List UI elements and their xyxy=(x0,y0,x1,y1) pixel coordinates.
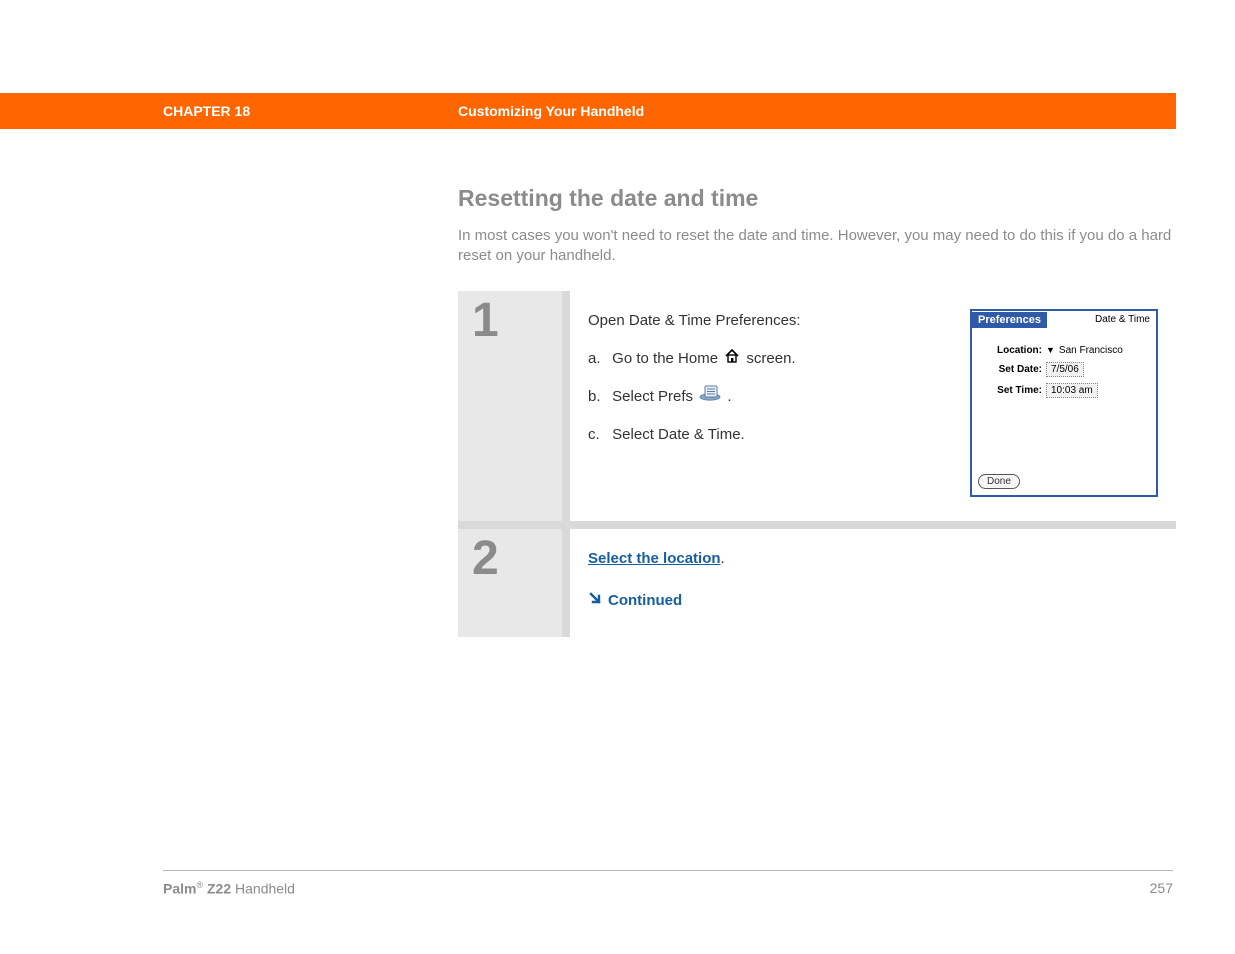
continued-line: Continued xyxy=(588,589,1158,613)
step-number: 2 xyxy=(472,529,499,583)
palm-date-label: Set Date: xyxy=(980,364,1042,375)
brand-prefix: Palm xyxy=(163,881,196,897)
continued-label: Continued xyxy=(608,589,682,613)
chapter-title: Customizing Your Handheld xyxy=(458,103,644,119)
footer-rule xyxy=(163,870,1173,871)
sub-letter-c: c. xyxy=(588,423,608,447)
step-1-text: Open Date & Time Preferences: a. Go to t… xyxy=(588,309,946,497)
page-footer: Palm® Z22 Handheld 257 xyxy=(163,880,1173,897)
prefs-icon xyxy=(699,385,721,409)
palm-location-label: Location: xyxy=(980,345,1042,356)
palm-titlebar: Preferences Date & Time xyxy=(972,311,1156,329)
link-suffix: . xyxy=(721,550,725,567)
sub-letter-a: a. xyxy=(588,347,608,371)
chapter-header: CHAPTER 18 Customizing Your Handheld xyxy=(0,93,1176,129)
step-row-1: 1 Open Date & Time Preferences: a. Go to… xyxy=(458,291,1176,529)
step-number: 1 xyxy=(472,291,499,345)
sub-list: a. Go to the Home screen. xyxy=(588,347,946,447)
intro-text: In most cases you won't need to reset th… xyxy=(458,226,1173,267)
select-location-link[interactable]: Select the location xyxy=(588,550,721,567)
sub-letter-b: b. xyxy=(588,385,608,409)
substep-b: b. Select Prefs xyxy=(588,385,946,409)
footer-brand: Palm® Z22 Handheld xyxy=(163,880,295,897)
step-row-2: 2 Select the location. Continued xyxy=(458,529,1176,637)
substep-c: c. Select Date & Time. xyxy=(588,423,946,447)
palm-date-value: 7/5/06 xyxy=(1046,362,1084,377)
home-icon xyxy=(724,347,740,371)
section-heading: Resetting the date and time xyxy=(458,185,1173,212)
content-area: Resetting the date and time In most case… xyxy=(458,185,1173,637)
palm-time-value: 10:03 am xyxy=(1046,383,1098,398)
palm-location-value: San Francisco xyxy=(1059,345,1123,356)
chapter-label: CHAPTER 18 xyxy=(163,103,250,119)
palm-title-left: Preferences xyxy=(972,312,1047,328)
sub-b-pre: Select Prefs xyxy=(612,388,697,405)
substep-a: a. Go to the Home screen. xyxy=(588,347,946,371)
step-2-text: Select the location. Continued xyxy=(588,547,1158,613)
palm-title-right: Date & Time xyxy=(1095,312,1156,327)
sub-c-text: Select Date & Time. xyxy=(612,426,745,443)
sub-b-post: . xyxy=(727,388,731,405)
step-2-line: Select the location. xyxy=(588,547,1158,571)
palm-time-label: Set Time: xyxy=(980,385,1042,396)
palm-location-row: Location: ▼ San Francisco xyxy=(980,345,1148,356)
dropdown-caret-icon: ▼ xyxy=(1046,345,1055,355)
brand-model: Z22 xyxy=(203,881,231,897)
brand-suffix: Handheld xyxy=(231,881,295,897)
palm-date-row: Set Date: 7/5/06 xyxy=(980,362,1148,377)
sub-a-pre: Go to the Home xyxy=(612,350,722,367)
palm-time-row: Set Time: 10:03 am xyxy=(980,383,1148,398)
palm-done-button: Done xyxy=(978,474,1020,489)
sub-a-post: screen. xyxy=(746,350,795,367)
palm-body: Location: ▼ San Francisco Set Date: 7/5/… xyxy=(972,329,1156,412)
continued-arrow-icon xyxy=(588,589,602,613)
page-number: 257 xyxy=(1150,880,1173,897)
palm-screenshot: Preferences Date & Time Location: ▼ San … xyxy=(970,309,1158,497)
step-number-cell: 2 xyxy=(458,529,562,637)
step-body: Select the location. Continued xyxy=(562,529,1176,637)
step-number-cell: 1 xyxy=(458,291,562,521)
step-1-lead: Open Date & Time Preferences: xyxy=(588,309,946,333)
step-body: Open Date & Time Preferences: a. Go to t… xyxy=(562,291,1176,521)
steps-container: 1 Open Date & Time Preferences: a. Go to… xyxy=(458,291,1176,637)
